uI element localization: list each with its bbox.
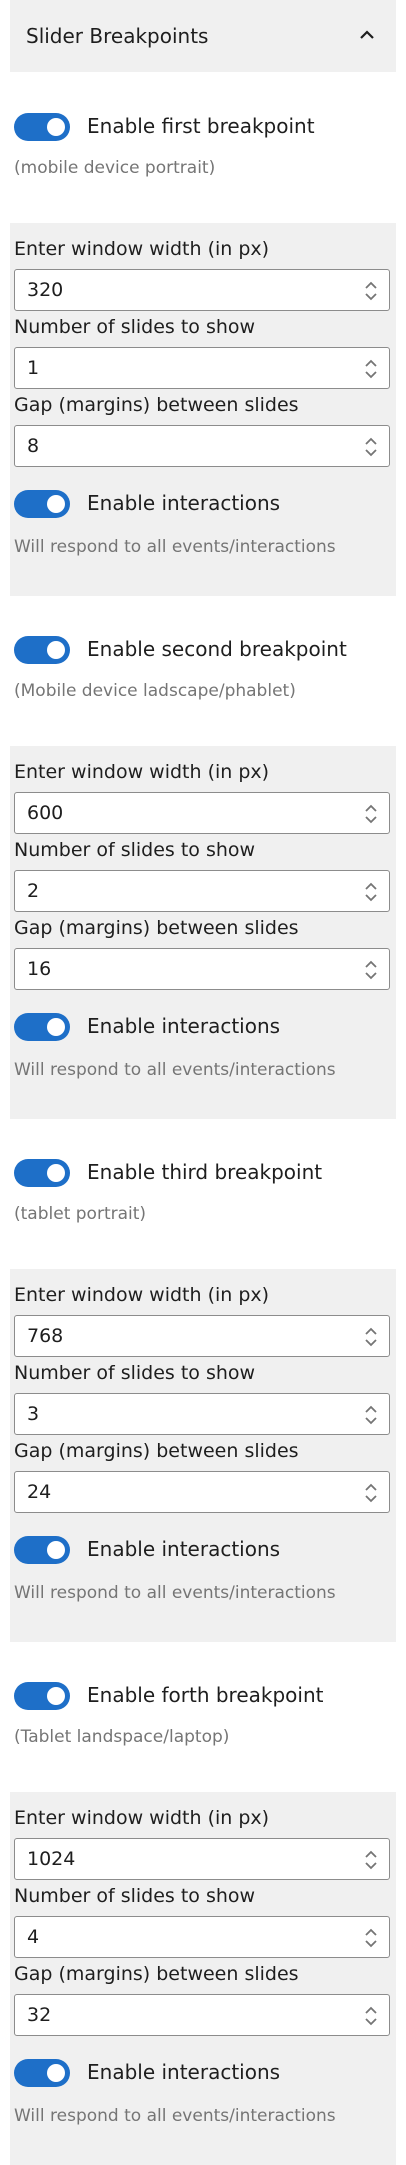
- toggle-knob: [47, 1541, 65, 1559]
- slide-gap-label: Gap (margins) between slides: [14, 1440, 299, 1462]
- breakpoint-toggle-section: Enable forth breakpoint (Tablet landspac…: [10, 1677, 396, 1787]
- interactions-toggle-row[interactable]: Enable interactions: [10, 1008, 390, 1044]
- toggle-knob: [47, 118, 65, 136]
- slide-gap-value: 16: [27, 958, 52, 980]
- stepper-icon[interactable]: [361, 801, 381, 827]
- slide-gap-input[interactable]: 8: [14, 425, 390, 467]
- slides-count-input[interactable]: 1: [14, 347, 390, 389]
- stepper-icon[interactable]: [361, 879, 381, 905]
- interactions-toggle-label: Enable interactions: [87, 491, 281, 515]
- window-width-input[interactable]: 1024: [14, 1838, 390, 1880]
- slide-gap-value: 32: [27, 2004, 52, 2026]
- breakpoint-toggle-label: Enable first breakpoint: [87, 114, 315, 138]
- stepper-icon[interactable]: [361, 957, 381, 983]
- breakpoint-enable-toggle[interactable]: [14, 1159, 70, 1187]
- stepper-icon[interactable]: [361, 1324, 381, 1350]
- slide-gap-input[interactable]: 32: [14, 1994, 390, 2036]
- slide-gap-value: 8: [27, 435, 40, 457]
- stepper-icon[interactable]: [361, 1925, 381, 1951]
- slide-gap-value: 24: [27, 1481, 52, 1503]
- breakpoint-settings-panel: Enter window width (in px) 768 Number of…: [10, 1269, 396, 1642]
- interactions-toggle-label: Enable interactions: [87, 1537, 281, 1561]
- slides-count-input[interactable]: 2: [14, 870, 390, 912]
- slides-count-label: Number of slides to show: [14, 316, 256, 338]
- toggle-knob: [47, 495, 65, 513]
- breakpoint-enable-toggle[interactable]: [14, 636, 70, 664]
- stepper-icon[interactable]: [361, 1847, 381, 1873]
- interactions-help-text: Will respond to all events/interactions: [14, 1583, 336, 1603]
- slide-gap-input[interactable]: 24: [14, 1471, 390, 1513]
- slide-gap-label: Gap (margins) between slides: [14, 394, 299, 416]
- section-title: Slider Breakpoints: [26, 24, 209, 48]
- window-width-label: Enter window width (in px): [14, 238, 270, 260]
- breakpoint-toggle-section: Enable first breakpoint (mobile device p…: [10, 108, 396, 218]
- breakpoint-toggle-label: Enable third breakpoint: [87, 1160, 323, 1184]
- breakpoint-toggle-section: Enable second breakpoint (Mobile device …: [10, 631, 396, 741]
- slides-count-input[interactable]: 4: [14, 1916, 390, 1958]
- interactions-help-text: Will respond to all events/interactions: [14, 1060, 336, 1080]
- interactions-toggle-label: Enable interactions: [87, 2060, 281, 2084]
- window-width-label: Enter window width (in px): [14, 1284, 270, 1306]
- stepper-icon[interactable]: [361, 2003, 381, 2029]
- slides-count-label: Number of slides to show: [14, 839, 256, 861]
- toggle-knob: [47, 1164, 65, 1182]
- slides-count-value: 3: [27, 1403, 40, 1425]
- stepper-icon[interactable]: [361, 434, 381, 460]
- breakpoint-toggle-row[interactable]: Enable first breakpoint: [10, 108, 396, 144]
- slides-count-value: 1: [27, 357, 40, 379]
- section-header[interactable]: Slider Breakpoints: [10, 0, 396, 72]
- breakpoint-toggle-row[interactable]: Enable forth breakpoint: [10, 1677, 396, 1713]
- slides-count-label: Number of slides to show: [14, 1362, 256, 1384]
- breakpoint-toggle-row[interactable]: Enable third breakpoint: [10, 1154, 396, 1190]
- slides-count-label: Number of slides to show: [14, 1885, 256, 1907]
- interactions-enable-toggle[interactable]: [14, 1013, 70, 1041]
- breakpoint-help-text: (mobile device portrait): [14, 158, 216, 178]
- breakpoint-help-text: (tablet portrait): [14, 1204, 147, 1224]
- slide-gap-label: Gap (margins) between slides: [14, 917, 299, 939]
- window-width-value: 768: [27, 1325, 64, 1347]
- slide-gap-label: Gap (margins) between slides: [14, 1963, 299, 1985]
- breakpoint-toggle-label: Enable second breakpoint: [87, 637, 347, 661]
- breakpoint-settings-panel: Enter window width (in px) 320 Number of…: [10, 223, 396, 596]
- breakpoint-help-text: (Tablet landspace/laptop): [14, 1727, 230, 1747]
- interactions-help-text: Will respond to all events/interactions: [14, 537, 336, 557]
- stepper-icon[interactable]: [361, 356, 381, 382]
- breakpoint-toggle-section: Enable third breakpoint (tablet portrait…: [10, 1154, 396, 1264]
- interactions-help-text: Will respond to all events/interactions: [14, 2106, 336, 2126]
- slide-gap-input[interactable]: 16: [14, 948, 390, 990]
- interactions-enable-toggle[interactable]: [14, 2059, 70, 2087]
- slides-count-value: 2: [27, 880, 40, 902]
- breakpoint-settings-panel: Enter window width (in px) 600 Number of…: [10, 746, 396, 1119]
- interactions-toggle-row[interactable]: Enable interactions: [10, 1531, 390, 1567]
- breakpoint-enable-toggle[interactable]: [14, 113, 70, 141]
- interactions-enable-toggle[interactable]: [14, 490, 70, 518]
- stepper-icon[interactable]: [361, 1402, 381, 1428]
- toggle-knob: [47, 2064, 65, 2082]
- interactions-toggle-row[interactable]: Enable interactions: [10, 485, 390, 521]
- stepper-icon[interactable]: [361, 278, 381, 304]
- chevron-up-icon[interactable]: [354, 22, 380, 48]
- toggle-knob: [47, 1687, 65, 1705]
- breakpoint-help-text: (Mobile device ladscape/phablet): [14, 681, 296, 701]
- window-width-value: 600: [27, 802, 64, 824]
- interactions-toggle-row[interactable]: Enable interactions: [10, 2054, 390, 2090]
- window-width-value: 320: [27, 279, 64, 301]
- window-width-value: 1024: [27, 1848, 76, 1870]
- stepper-icon[interactable]: [361, 1480, 381, 1506]
- interactions-enable-toggle[interactable]: [14, 1536, 70, 1564]
- slides-count-input[interactable]: 3: [14, 1393, 390, 1435]
- breakpoint-settings-panel: Enter window width (in px) 1024 Number o…: [10, 1792, 396, 2165]
- breakpoint-toggle-label: Enable forth breakpoint: [87, 1683, 324, 1707]
- slides-count-value: 4: [27, 1926, 40, 1948]
- toggle-knob: [47, 641, 65, 659]
- toggle-knob: [47, 1018, 65, 1036]
- window-width-input[interactable]: 768: [14, 1315, 390, 1357]
- window-width-label: Enter window width (in px): [14, 1807, 270, 1829]
- window-width-input[interactable]: 600: [14, 792, 390, 834]
- window-width-input[interactable]: 320: [14, 269, 390, 311]
- breakpoint-enable-toggle[interactable]: [14, 1682, 70, 1710]
- window-width-label: Enter window width (in px): [14, 761, 270, 783]
- breakpoint-toggle-row[interactable]: Enable second breakpoint: [10, 631, 396, 667]
- interactions-toggle-label: Enable interactions: [87, 1014, 281, 1038]
